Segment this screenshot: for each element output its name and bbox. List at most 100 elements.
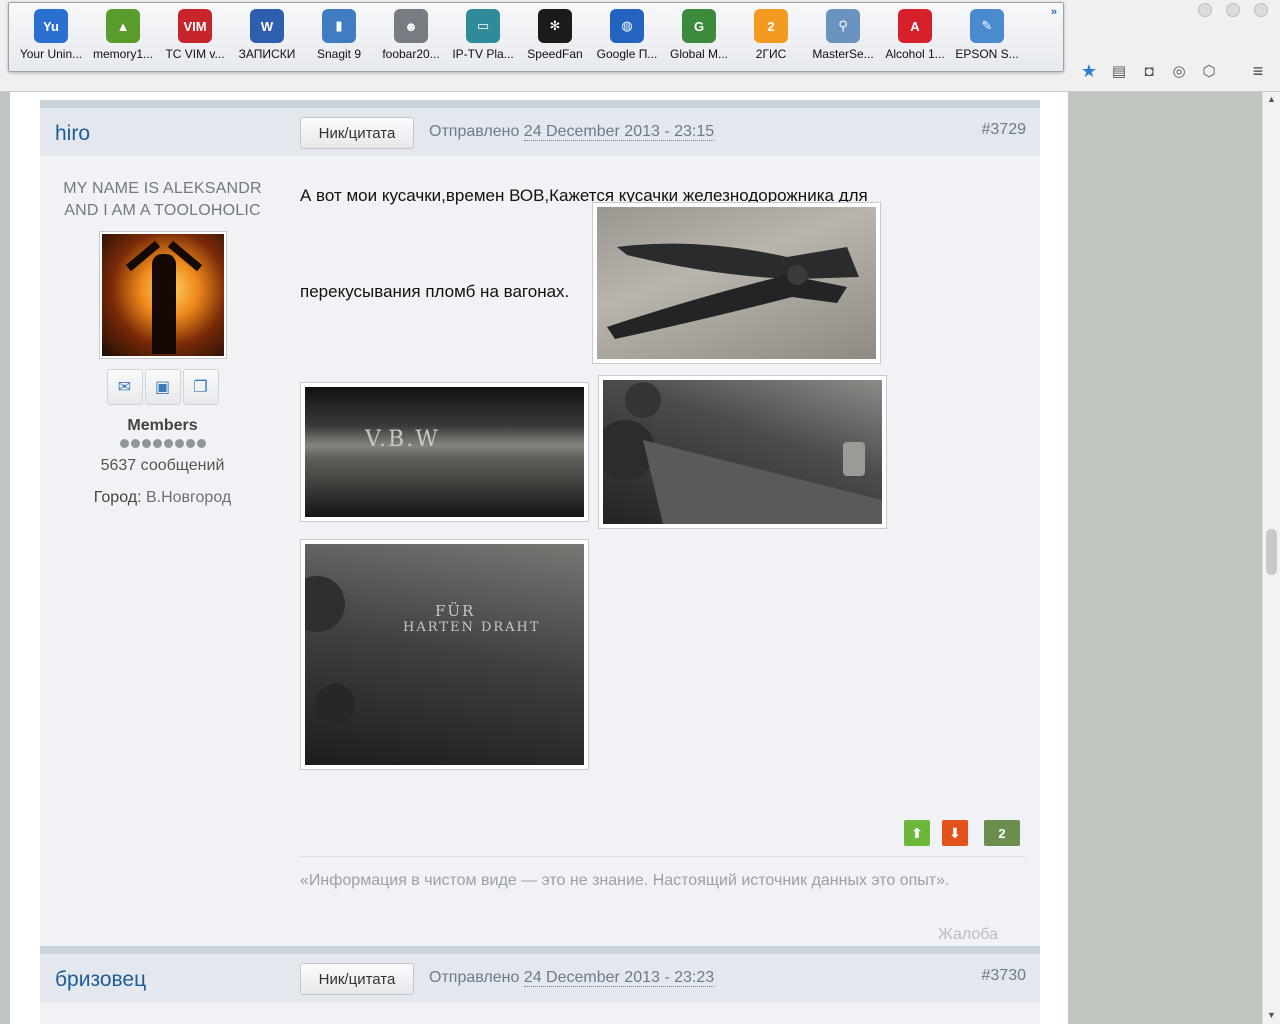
launcher-item-label: foobar20... xyxy=(382,47,440,61)
post-image[interactable] xyxy=(592,202,881,364)
launcher-item[interactable]: ▮ Snagit 9 xyxy=(303,3,375,71)
post-number-link[interactable]: #3730 xyxy=(982,967,1027,985)
report-link[interactable]: Жалоба xyxy=(938,926,998,944)
launcher-item[interactable]: ☻ foobar20... xyxy=(375,3,447,71)
extension-icon[interactable]: ⬡ xyxy=(1200,62,1218,80)
scroll-down-icon[interactable]: ▼ xyxy=(1267,1010,1276,1020)
pliers-photo xyxy=(597,207,876,359)
engraving-text: V.B.W xyxy=(365,427,440,452)
launcher-item[interactable]: ✻ SpeedFan xyxy=(519,3,591,71)
post-image[interactable]: V.B.W xyxy=(300,382,589,522)
tv-player-icon: ▭ xyxy=(466,9,500,43)
city-label: Город: xyxy=(93,489,142,506)
quote-button[interactable]: Ник/цитата xyxy=(300,963,414,995)
google-earth-icon: ◍ xyxy=(610,9,644,43)
window-controls xyxy=(1198,3,1268,17)
post-signature: «Информация в чистом виде — это не знани… xyxy=(300,872,950,889)
post-date: 24 December 2013 - 23:23 xyxy=(523,969,715,987)
launcher-item[interactable]: 2 2ГИС xyxy=(735,3,807,71)
author-tagline: MY NAME IS ALEKSANDR AND I AM A TOOLOHOL… xyxy=(40,178,285,222)
browser-nav-icons: ★ ▤ ◘ ◎ ⬡ xyxy=(1080,61,1218,81)
sent-prefix: Отправлено xyxy=(429,123,520,140)
author-city: Город: В.Новгород xyxy=(40,489,285,507)
tagline-line: MY NAME IS ALEKSANDR xyxy=(63,180,262,197)
jaw-photo xyxy=(603,380,882,524)
avatar[interactable] xyxy=(98,231,227,359)
launcher-item[interactable]: ◍ Google П... xyxy=(591,3,663,71)
forum-post: бризовец Ник/цитата Отправлено 24 Decemb… xyxy=(40,946,1040,1024)
magnifier-icon: ⚲ xyxy=(826,9,860,43)
reputation-count: 2 xyxy=(984,820,1020,846)
launcher-item-label: Alcohol 1... xyxy=(885,47,945,61)
bookmark-star-icon[interactable]: ★ xyxy=(1080,61,1098,81)
reading-list-icon[interactable]: ▤ xyxy=(1110,62,1128,80)
post-image[interactable]: FÜR HARTEN DRAHT xyxy=(300,539,589,770)
vote-up-button[interactable]: ⬆ xyxy=(904,820,930,846)
avatar-image xyxy=(101,234,224,356)
launcher-item-label: memory1... xyxy=(92,47,153,61)
close-button[interactable] xyxy=(1254,3,1268,17)
launcher-item-label: MasterSe... xyxy=(812,47,874,61)
post-header: бризовец Ник/цитата Отправлено 24 Decemb… xyxy=(40,954,1040,1002)
quote-button[interactable]: Ник/цитата xyxy=(300,117,414,149)
launcher-item[interactable]: VIM TC VIM v... xyxy=(159,3,231,71)
memory-chart-icon: ▲ xyxy=(106,9,140,43)
launcher-item-label: Snagit 9 xyxy=(316,47,362,61)
launcher-item-label: Global M... xyxy=(669,47,729,61)
launcher-item[interactable]: W ЗАПИСКИ xyxy=(231,3,303,71)
pliers-shape xyxy=(607,243,859,339)
marking-shape xyxy=(305,576,355,724)
launcher-item-label: EPSON S... xyxy=(955,47,1019,61)
launcher-item[interactable]: ✎ EPSON S... xyxy=(951,3,1023,71)
post-date: 24 December 2013 - 23:15 xyxy=(523,123,715,141)
foobar-alien-icon: ☻ xyxy=(394,9,428,43)
pocket-icon[interactable]: ◘ xyxy=(1140,62,1158,80)
maximize-button[interactable] xyxy=(1226,3,1240,17)
launcher-item-label: IP-TV Pla... xyxy=(452,47,514,61)
launcher-item[interactable]: G Global M... xyxy=(663,3,735,71)
member-group: Members xyxy=(127,417,198,434)
vote-down-button[interactable]: ⬇ xyxy=(942,820,968,846)
page-scrollbar[interactable]: ▲ ▼ xyxy=(1262,92,1280,1024)
alcohol-120-icon: A xyxy=(898,9,932,43)
view-gallery-icon[interactable]: ▣ xyxy=(144,369,181,405)
reputation-controls: ⬆ ⬇ 2 xyxy=(904,820,1020,846)
forum-post: hiro Ник/цитата Отправлено 24 December 2… xyxy=(40,100,1040,946)
find-content-icon[interactable]: ❐ xyxy=(182,369,219,405)
post-author-link[interactable]: hiro xyxy=(55,122,90,146)
epson-scan-icon: ✎ xyxy=(970,9,1004,43)
2gis-icon: 2 xyxy=(754,9,788,43)
post-image[interactable] xyxy=(598,375,887,529)
launcher-item[interactable]: ▭ IP-TV Pla... xyxy=(447,3,519,71)
post-top-bar xyxy=(40,100,1040,108)
launcher-item-label: 2ГИС xyxy=(755,47,787,61)
rank-pips xyxy=(40,439,285,451)
global-mapper-icon: G xyxy=(682,9,716,43)
signature-divider xyxy=(300,856,1026,857)
post-sent-info: Отправлено 24 December 2013 - 23:23 xyxy=(429,969,715,987)
post-sent-info: Отправлено 24 December 2013 - 23:15 xyxy=(429,123,715,141)
sent-prefix: Отправлено xyxy=(429,969,520,986)
launcher-item[interactable]: Yu Your Unin... xyxy=(15,3,87,71)
scroll-thumb[interactable] xyxy=(1266,529,1277,575)
post-header: hiro Ник/цитата Отправлено 24 December 2… xyxy=(40,108,1040,156)
jaw-shape xyxy=(603,382,882,524)
launcher-more-icon[interactable]: » xyxy=(1051,6,1057,18)
word-document-icon: W xyxy=(250,9,284,43)
launcher-item[interactable]: ▲ memory1... xyxy=(87,3,159,71)
scroll-up-icon[interactable]: ▲ xyxy=(1267,94,1276,104)
launcher-item[interactable]: A Alcohol 1... xyxy=(879,3,951,71)
post-author-link[interactable]: бризовец xyxy=(55,968,146,992)
send-message-icon[interactable]: ✉ xyxy=(106,369,143,405)
post-top-bar xyxy=(40,946,1040,954)
uninstaller-icon: Yu xyxy=(34,9,68,43)
engraving-photo: V.B.W xyxy=(305,387,584,517)
minimize-button[interactable] xyxy=(1198,3,1212,17)
launcher-item-label: TC VIM v... xyxy=(165,47,225,61)
launcher-item[interactable]: ⚲ MasterSe... xyxy=(807,3,879,71)
message-count: 5637 сообщений xyxy=(100,457,225,474)
vim-icon: VIM xyxy=(178,9,212,43)
hamburger-menu-icon[interactable]: ≡ xyxy=(1248,62,1268,80)
post-number-link[interactable]: #3729 xyxy=(982,121,1027,139)
sync-icon[interactable]: ◎ xyxy=(1170,62,1188,80)
